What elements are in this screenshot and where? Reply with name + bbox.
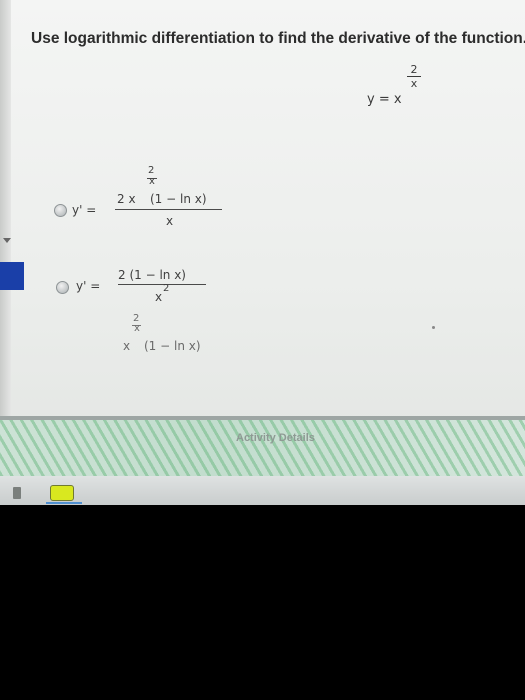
- taskbar: [0, 476, 525, 505]
- side-tab[interactable]: [0, 262, 24, 290]
- option-2-radio[interactable]: [56, 281, 69, 294]
- option-1-power-numerator: 2: [148, 165, 155, 176]
- option-2-lhs: y' =: [76, 279, 101, 293]
- given-exponent-denominator: x: [410, 77, 418, 90]
- file-icon[interactable]: [13, 487, 21, 499]
- stray-dot: [432, 326, 435, 329]
- chevron-down-icon[interactable]: [3, 238, 11, 243]
- option-3-numerator-tail: (1 − ln x): [144, 339, 201, 353]
- option-1-denominator: x: [166, 214, 174, 228]
- active-app-indicator: [46, 502, 82, 504]
- option-1-numerator-tail: (1 − ln x): [150, 192, 207, 206]
- given-exponent: 2 x: [407, 64, 421, 89]
- left-panel-edge: [0, 0, 11, 420]
- option-3-numerator: x: [123, 339, 131, 353]
- browser-page: Use logarithmic differentiation to find …: [0, 0, 525, 505]
- given-exponent-numerator: 2: [410, 63, 418, 76]
- option-1-power-denominator: x: [149, 176, 155, 187]
- question-prompt: Use logarithmic differentiation to find …: [31, 30, 525, 47]
- option-2-denominator: x: [155, 290, 163, 304]
- activity-details-link[interactable]: Activity Details: [236, 432, 315, 444]
- activity-banner: [0, 420, 525, 476]
- app-icon[interactable]: [50, 485, 74, 501]
- option-1-numerator: 2 x: [117, 192, 136, 206]
- option-3-power-denominator: x: [134, 323, 140, 334]
- option-1-radio[interactable]: [54, 204, 67, 217]
- option-2-numerator: 2 (1 − ln x): [118, 268, 186, 282]
- given-function: y = x: [367, 92, 402, 107]
- option-2-denominator-power: 2: [163, 283, 170, 294]
- option-1-lhs: y' =: [72, 203, 97, 217]
